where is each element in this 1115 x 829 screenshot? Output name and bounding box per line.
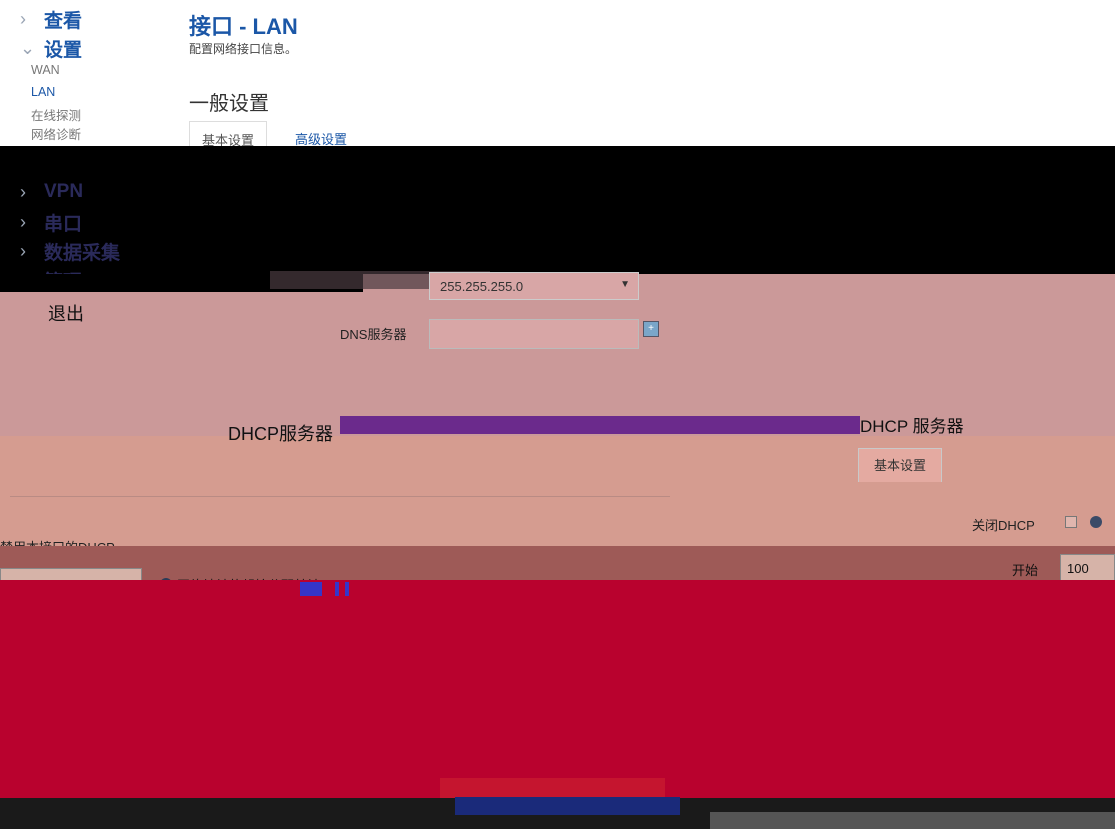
- overlay-glitch: [300, 582, 322, 596]
- dhcp-server-heading-right: DHCP 服务器: [860, 417, 964, 436]
- sidebar-item-label: 数据采集: [44, 243, 121, 264]
- sidebar-item-view[interactable]: › 查看: [20, 6, 82, 33]
- dhcp-server-heading: DHCP服务器: [228, 424, 334, 444]
- netmask-select[interactable]: 255.255.255.0 ▼: [429, 272, 639, 300]
- sidebar-item-vpn[interactable]: › VPN: [20, 181, 83, 203]
- start-label: 开始: [1012, 563, 1039, 578]
- dns-server-label: DNS服务器: [340, 327, 407, 342]
- sidebar-subitem-lan[interactable]: LAN: [31, 85, 55, 99]
- chevron-down-icon: ▼: [620, 279, 630, 290]
- sidebar-subitem-online-detect[interactable]: 在线探测: [31, 105, 81, 124]
- start-input[interactable]: 100: [1060, 554, 1115, 582]
- dns-server-input[interactable]: [429, 319, 639, 349]
- sidebar-subitem-network-diagnosis[interactable]: 网络诊断: [31, 124, 81, 143]
- overlay-glitch: [345, 582, 349, 596]
- overlay-band: [0, 546, 1115, 582]
- overlay-band: [710, 812, 1115, 829]
- sidebar-item-serial[interactable]: › 串口: [20, 209, 82, 236]
- chevron-down-icon: ⌄: [20, 38, 36, 58]
- action-buttons-strip: [455, 797, 680, 815]
- page-description: 配置网络接口信息。: [189, 42, 298, 56]
- overlay-band: [0, 580, 1115, 798]
- sidebar-item-label: 串口: [44, 214, 83, 235]
- chevron-right-icon: ›: [20, 241, 26, 261]
- divider: [10, 496, 670, 497]
- chevron-right-icon: ›: [20, 212, 26, 232]
- logout-link[interactable]: 退出: [48, 300, 84, 326]
- netmask-value: 255.255.255.0: [440, 279, 524, 294]
- chevron-right-icon: ›: [20, 181, 26, 202]
- page-title: 接口 - LAN: [189, 14, 298, 39]
- sidebar-item-settings[interactable]: ⌄ 设置: [20, 35, 82, 62]
- sidebar-item-label: 查看: [44, 11, 83, 32]
- chevron-right-icon: ›: [20, 9, 26, 29]
- sidebar-item-label: VPN: [44, 181, 84, 202]
- help-icon: [1090, 516, 1102, 528]
- close-dhcp-label: 关闭DHCP: [972, 518, 1035, 533]
- section-title-general: 一般设置: [189, 93, 269, 115]
- tab-dhcp-basic-settings[interactable]: 基本设置: [858, 448, 942, 482]
- sidebar-item-data-collection[interactable]: › 数据采集: [20, 238, 120, 265]
- overlay-glitch: [340, 416, 860, 434]
- sidebar-subitem-wan[interactable]: WAN: [31, 63, 60, 77]
- overlay-glitch: [440, 778, 665, 798]
- overlay-glitch: [335, 582, 339, 596]
- sidebar-item-label: 设置: [44, 40, 83, 61]
- close-dhcp-checkbox[interactable]: [1065, 516, 1077, 528]
- overlay-band: [0, 436, 1115, 546]
- add-icon[interactable]: +: [643, 321, 659, 337]
- overlay-band: [0, 146, 1115, 274]
